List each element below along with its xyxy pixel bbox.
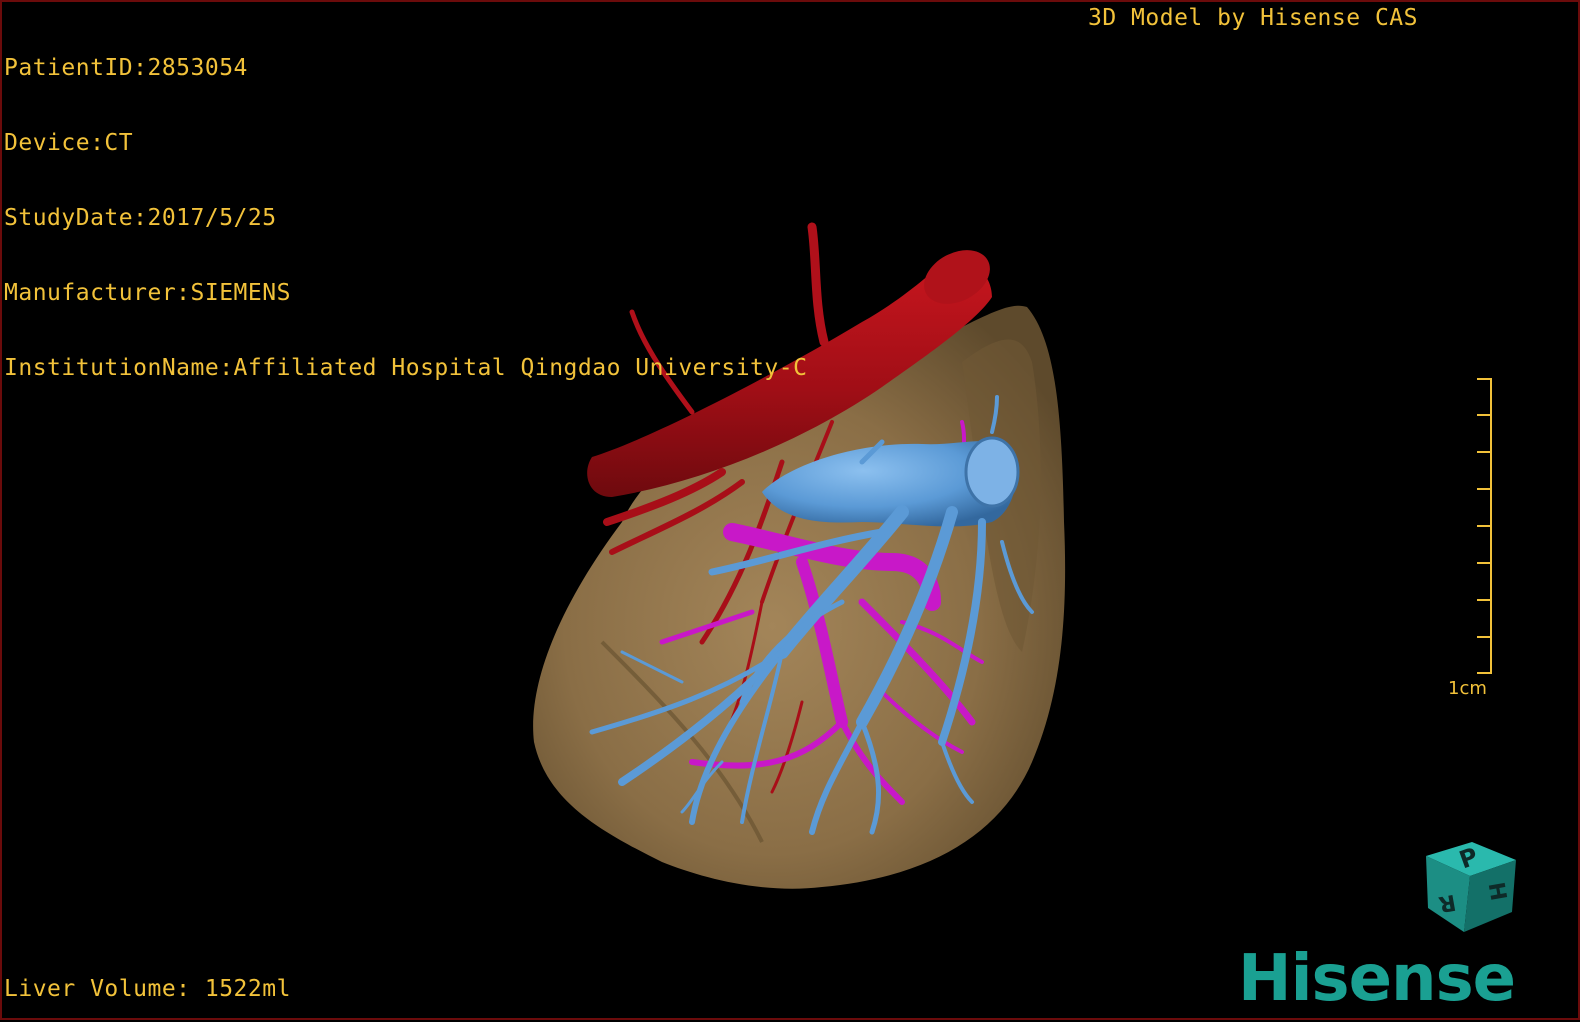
hepatic-vein-confluence	[964, 436, 1020, 508]
liver-volume-readout: Liver Volume: 1522ml	[4, 976, 291, 1002]
institution-name: InstitutionName:Affiliated Hospital Qing…	[4, 355, 808, 381]
scale-label: 1cm	[1448, 678, 1487, 699]
logo-text: Hisense	[1238, 942, 1516, 1016]
study-date: StudyDate:2017/5/25	[4, 205, 277, 231]
dicom-info-overlay: PatientID:2853054 Device:CT StudyDate:20…	[4, 6, 807, 431]
model-brand-title: 3D Model by Hisense CAS	[1088, 5, 1418, 31]
device-label: Device:CT	[4, 130, 134, 156]
patient-id: PatientID:2853054	[4, 55, 248, 81]
3d-viewport[interactable]: PatientID:2853054 Device:CT StudyDate:20…	[0, 0, 1580, 1020]
scale-ruler	[1477, 378, 1492, 674]
manufacturer: Manufacturer:SIEMENS	[4, 280, 291, 306]
hisense-logo: Hisense	[1238, 942, 1574, 1016]
artery-branch-top	[807, 222, 829, 347]
orientation-cube[interactable]: P H R	[1422, 838, 1522, 938]
